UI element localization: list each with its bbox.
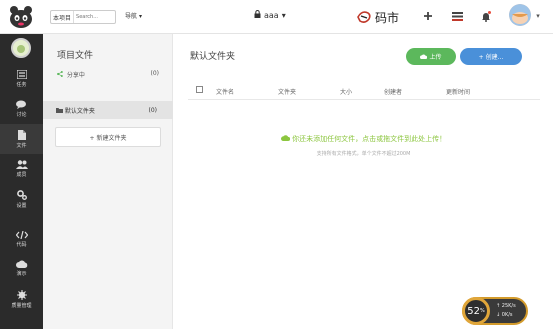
chevron-down-icon: ▾ [281, 10, 286, 20]
share-folder-item[interactable]: 分享中 (0) [57, 70, 159, 79]
sidebar-item-tasks[interactable]: 任务 [0, 64, 43, 94]
share-label: 分享中 [66, 72, 85, 79]
brand-text: 码市 [375, 10, 400, 25]
sidebar-item-label: 成员 [16, 172, 27, 178]
task-icon [16, 70, 27, 79]
quality-icon [16, 289, 27, 300]
sidebar-item-label: 设置 [16, 202, 27, 209]
file-table-header: 文件名 文件夹 大小 创建者 更新时间 [188, 82, 540, 100]
upload-rate: ↑ 25K/s [496, 303, 516, 309]
share-icon [57, 71, 65, 79]
nav-label: 导航 [125, 13, 138, 20]
lock-icon [254, 10, 261, 20]
default-folder-item[interactable]: 默认文件夹 (0) [43, 101, 173, 119]
logo-icon[interactable] [8, 5, 34, 29]
page-title: 默认文件夹 [190, 52, 236, 62]
sidebar-item-members[interactable]: 成员 [0, 154, 43, 184]
cpu-usage-gauge: 52% [462, 297, 490, 325]
sidebar-item-settings[interactable]: 设置 [0, 184, 43, 214]
top-bar: 本项目 导航 ▾ aaa ▾ 码市 ▾ [0, 0, 553, 34]
column-header-folder[interactable]: 文件夹 [278, 87, 296, 96]
search-input[interactable] [74, 14, 111, 20]
empty-state-hint: 支持所有文件格式，单个文件不超过200M [316, 151, 411, 157]
add-icon[interactable] [420, 8, 436, 24]
folder-icon [56, 107, 65, 115]
chevron-down-icon: ▾ [138, 13, 142, 20]
chevron-down-icon[interactable]: ▾ [533, 8, 543, 24]
download-rate: ↓ 0K/s [496, 312, 513, 318]
column-header-updated[interactable]: 更新时间 [446, 87, 470, 96]
sidebar-item-label: 代码 [16, 241, 27, 248]
members-icon [15, 160, 28, 169]
folder-label: 默认文件夹 [64, 107, 95, 115]
project-name: aaa [264, 10, 279, 20]
main-content: 默认文件夹 上传 + 创建... 文件名 文件夹 大小 创建者 更新时间 你还未… [174, 34, 553, 329]
select-all-checkbox[interactable] [196, 86, 203, 93]
empty-state-message[interactable]: 你还未添加任何文件，点击或拖文件到此处上传！ [174, 134, 553, 144]
brand-mark-icon [357, 11, 371, 23]
cloud-upload-icon [280, 135, 291, 141]
create-button[interactable]: + 创建... [460, 48, 522, 65]
sidebar-item-label: 讨论 [16, 112, 27, 118]
folder-count: (0) [148, 106, 158, 114]
empty-state-text: 你还未添加任何文件，点击或拖文件到此处上传！ [292, 135, 447, 143]
cloud-upload-icon [420, 54, 428, 59]
user-avatar[interactable] [509, 4, 531, 26]
add-folder-button[interactable]: + 新建文件夹 [55, 127, 161, 147]
nav-dropdown[interactable]: 导航 ▾ [125, 11, 142, 20]
sidebar-item-demo[interactable]: 演示 [0, 253, 43, 283]
sidebar-item-label: 质量管理 [11, 302, 32, 309]
network-speed-widget[interactable]: 52% ↑ 25K/s ↓ 0K/s [462, 297, 528, 325]
column-header-name[interactable]: 文件名 [216, 87, 234, 96]
sidebar-item-label: 演示 [16, 270, 27, 277]
cpu-usage-unit: % [479, 308, 485, 314]
upload-label: 上传 [429, 54, 442, 61]
column-header-creator[interactable]: 创建者 [384, 87, 402, 96]
bell-icon[interactable] [478, 8, 494, 24]
discussion-icon [16, 100, 26, 109]
panel-title: 项目文件 [57, 51, 94, 61]
project-selector[interactable]: aaa ▾ [254, 10, 286, 20]
cpu-usage-value: 52 [467, 305, 480, 317]
cloud-icon [15, 260, 27, 268]
sidebar-item-code[interactable]: 代码 [0, 224, 43, 254]
folder-panel: 项目文件 分享中 (0) 默认文件夹 (0) + 新建文件夹 [43, 34, 173, 329]
search-box[interactable]: 本项目 [50, 10, 116, 24]
brand-logo[interactable]: 码市 [356, 4, 399, 30]
sidebar-item-files[interactable]: 文件 [0, 124, 43, 154]
project-avatar[interactable] [11, 38, 31, 58]
share-count: (0) [150, 70, 160, 77]
settings-icon [16, 189, 27, 200]
sidebar-item-discussion[interactable]: 讨论 [0, 94, 43, 124]
sidebar: 任务 讨论 文件 成员 设置 代码 演示 质量管理 [0, 34, 43, 329]
column-header-size[interactable]: 大小 [340, 87, 352, 96]
search-scope[interactable]: 本项目 [51, 11, 75, 23]
sidebar-item-quality[interactable]: 质量管理 [0, 284, 43, 314]
list-icon[interactable] [449, 8, 465, 24]
sidebar-item-label: 任务 [16, 82, 27, 88]
file-icon [17, 129, 26, 140]
code-icon [15, 230, 28, 239]
sidebar-item-label: 文件 [16, 142, 27, 149]
upload-button[interactable]: 上传 [406, 48, 456, 65]
